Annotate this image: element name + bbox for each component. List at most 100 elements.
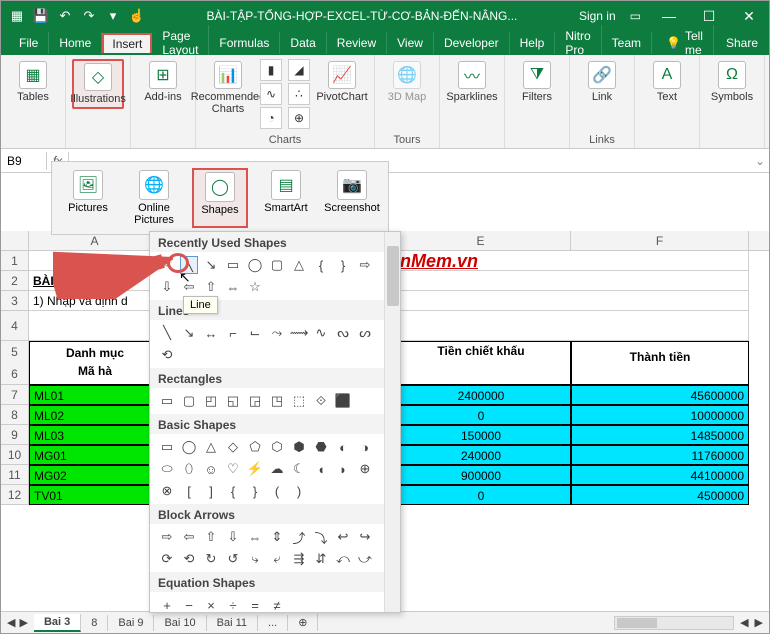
scatter-chart-icon[interactable]: ∴ <box>288 83 310 105</box>
tables-button[interactable]: ▦Tables <box>7 59 59 105</box>
save-icon[interactable]: 💾 <box>33 8 49 24</box>
row-12[interactable]: 12 <box>1 485 29 505</box>
tab-developer[interactable]: Developer <box>434 32 510 54</box>
cell-thanhtien[interactable]: 44100000 <box>571 465 749 485</box>
tab-help[interactable]: Help <box>510 32 556 54</box>
redo-icon[interactable]: ↷ <box>81 8 97 24</box>
col-E[interactable]: E <box>391 231 571 250</box>
cell-code[interactable]: MG02 <box>29 465 161 485</box>
cell-thanhtien[interactable]: 10000000 <box>571 405 749 425</box>
qat-more-icon[interactable]: ▾ <box>105 8 121 24</box>
cell-code[interactable]: ML03 <box>29 425 161 445</box>
tab-formulas[interactable]: Formulas <box>209 32 280 54</box>
row-10[interactable]: 10 <box>1 445 29 465</box>
cell-chietkhau[interactable]: 0 <box>391 405 571 425</box>
shapes-scrollbar[interactable] <box>384 232 400 612</box>
pictures-button[interactable]: 🖼Pictures <box>60 168 116 228</box>
rbrace-shape[interactable]: } <box>334 256 352 274</box>
shapes-button[interactable]: ◯Shapes <box>192 168 248 228</box>
triangle-shape[interactable]: △ <box>290 256 308 274</box>
sheet-tab-more[interactable]: ... <box>258 615 288 631</box>
sheet-tab-11[interactable]: Bai 11 <box>207 615 258 631</box>
tab-next-icon[interactable]: ▶ <box>19 616 27 629</box>
select-all-corner[interactable] <box>1 231 29 250</box>
cell-chietkhau[interactable]: 150000 <box>391 425 571 445</box>
rect-shape[interactable]: ▭ <box>224 256 242 274</box>
pie-chart-icon[interactable]: ◔ <box>260 107 282 129</box>
expand-formula-icon[interactable]: ⌄ <box>751 154 769 168</box>
name-box[interactable]: B9 <box>1 152 47 170</box>
map-chart-icon[interactable]: ⊕ <box>288 107 310 129</box>
tab-view[interactable]: View <box>387 32 434 54</box>
oval-shape[interactable]: ◯ <box>246 256 264 274</box>
filters-button[interactable]: ⧩Filters <box>511 59 563 105</box>
map3d-button[interactable]: 🌐3D Map <box>381 59 433 105</box>
cell-chietkhau[interactable]: 240000 <box>391 445 571 465</box>
touch-mode-icon[interactable]: ☝ <box>129 8 145 24</box>
screenshot-button[interactable]: 📷Screenshot <box>324 168 380 228</box>
area-chart-icon[interactable]: ◢ <box>288 59 310 81</box>
row-8[interactable]: 8 <box>1 405 29 425</box>
row-4[interactable]: 4 <box>1 311 29 341</box>
share-button[interactable]: Share <box>714 32 770 54</box>
bar-chart-icon[interactable]: ▮ <box>260 59 282 81</box>
undo-icon[interactable]: ↶ <box>57 8 73 24</box>
cell-thanhtien[interactable]: 11760000 <box>571 445 749 465</box>
link-button[interactable]: 🔗Link <box>576 59 628 105</box>
tab-team[interactable]: Team <box>602 32 652 54</box>
rounded-rect-shape[interactable]: ▢ <box>268 256 286 274</box>
hdr-chietkhau[interactable]: Tiền chiết khấu <box>391 341 571 385</box>
sheet-tab-active[interactable]: Bai 3 <box>34 614 81 632</box>
scroll-right-icon[interactable]: ▶ <box>749 616 769 629</box>
star-shape[interactable]: ☆ <box>246 278 264 296</box>
sheet-tab-10[interactable]: Bai 10 <box>154 615 206 631</box>
cell-thanhtien[interactable]: 45600000 <box>571 385 749 405</box>
right-arrow-shape[interactable]: ⇨ <box>356 256 374 274</box>
pivotchart-button[interactable]: 📈PivotChart <box>316 59 368 105</box>
close-button[interactable]: ✕ <box>729 1 769 31</box>
line-chart-icon[interactable]: ∿ <box>260 83 282 105</box>
cell-code[interactable]: MG01 <box>29 445 161 465</box>
ribbon-display-icon[interactable]: ▭ <box>630 9 641 23</box>
sheet-tab-8[interactable]: 8 <box>81 615 108 631</box>
addins-button[interactable]: ⊞Add-ins <box>137 59 189 105</box>
text-button[interactable]: AText <box>641 59 693 105</box>
tab-data[interactable]: Data <box>280 32 326 54</box>
tab-file[interactable]: File <box>9 32 49 54</box>
lbrace-shape[interactable]: { <box>312 256 330 274</box>
col-F[interactable]: F <box>571 231 749 250</box>
hdr-danhmuc[interactable]: Danh mụcMã hà <box>29 341 161 385</box>
row-5-6[interactable]: 56 <box>1 341 29 385</box>
illustrations-button[interactable]: ◇Illustrations <box>72 59 124 109</box>
cell-chietkhau[interactable]: 0 <box>391 485 571 505</box>
horizontal-scrollbar[interactable] <box>614 616 734 630</box>
scroll-left-icon[interactable]: ◀ <box>740 616 748 629</box>
cell-chietkhau[interactable]: 900000 <box>391 465 571 485</box>
smartart-button[interactable]: ▤SmartArt <box>258 168 314 228</box>
cell-code[interactable]: ML01 <box>29 385 161 405</box>
cell-thanhtien[interactable]: 4500000 <box>571 485 749 505</box>
sparklines-button[interactable]: 〰Sparklines <box>446 59 498 105</box>
tab-insert[interactable]: Insert <box>102 33 152 53</box>
row-2[interactable]: 2 <box>1 271 29 291</box>
arrow-line-shape[interactable]: ↘ <box>202 256 220 274</box>
symbols-button[interactable]: ΩSymbols <box>706 59 758 105</box>
row-3[interactable]: 3 <box>1 291 29 311</box>
leftright-arrow-shape[interactable]: ⇔ <box>224 278 242 296</box>
hdr-thanhtien[interactable]: Thành tiền <box>571 341 749 385</box>
row-1[interactable]: 1 <box>1 251 29 271</box>
row-9[interactable]: 9 <box>1 425 29 445</box>
online-pictures-button[interactable]: 🌐Online Pictures <box>126 168 182 228</box>
sign-in-link[interactable]: Sign in <box>579 9 616 23</box>
collapse-ribbon-icon[interactable]: ᐱ <box>765 123 770 148</box>
tab-prev-icon[interactable]: ◀ <box>7 616 15 629</box>
up-arrow-shape[interactable]: ⇧ <box>202 278 220 296</box>
recommended-charts-button[interactable]: 📊Recommended Charts <box>202 59 254 117</box>
row-7[interactable]: 7 <box>1 385 29 405</box>
cell-thanhtien[interactable]: 14850000 <box>571 425 749 445</box>
cell-code[interactable]: TV01 <box>29 485 161 505</box>
row-11[interactable]: 11 <box>1 465 29 485</box>
cell-code[interactable]: ML02 <box>29 405 161 425</box>
tab-review[interactable]: Review <box>327 32 387 54</box>
tab-home[interactable]: Home <box>49 32 102 54</box>
